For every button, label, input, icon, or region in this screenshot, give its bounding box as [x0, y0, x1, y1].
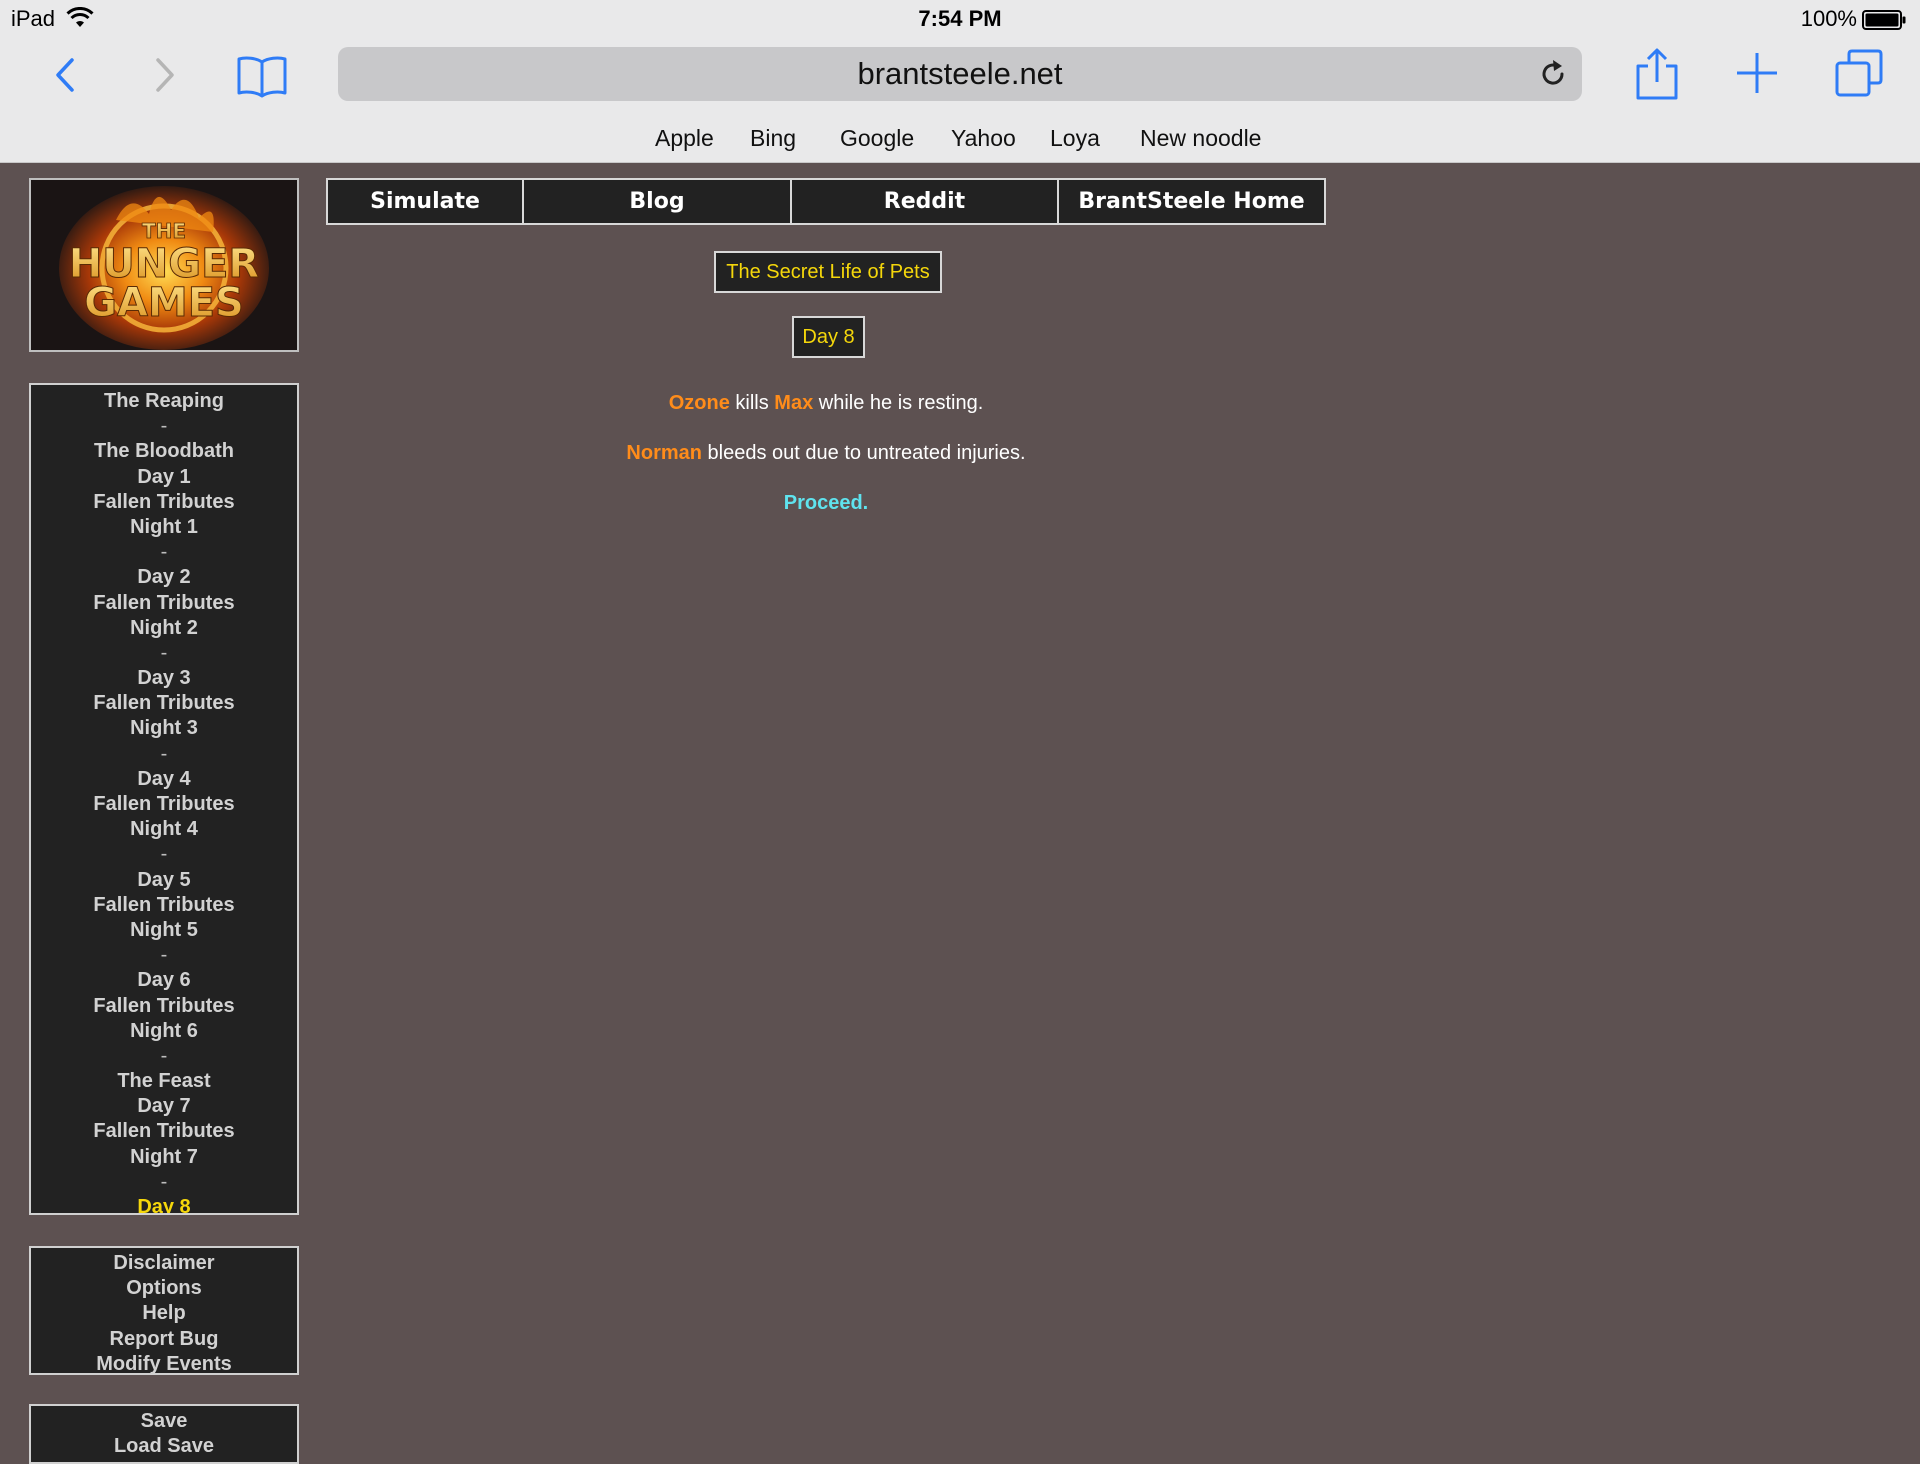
- browser-toolbar: brantsteele.net Apple Bing Google Yahoo …: [0, 38, 1920, 163]
- sidebar-item-night-5[interactable]: Night 5: [31, 918, 297, 943]
- url-text[interactable]: brantsteele.net: [338, 47, 1582, 101]
- favorites-bar: Apple Bing Google Yahoo Loya New noodle: [0, 118, 1920, 158]
- battery-percent: 100%: [1800, 6, 1857, 31]
- event-text: bleeds out due to untreated injuries.: [702, 442, 1026, 464]
- favorite-loya[interactable]: Loya: [1050, 118, 1100, 158]
- sidebar-item-day-5[interactable]: Day 5: [31, 868, 297, 893]
- sidebar-item-fallen-tributes[interactable]: Fallen Tributes: [31, 691, 297, 716]
- sidebar-item-night-3[interactable]: Night 3: [31, 716, 297, 741]
- back-icon[interactable]: [48, 52, 84, 98]
- sidebar-separator: -: [160, 1170, 168, 1193]
- sidebar-separator: -: [160, 944, 168, 967]
- sidebar-item-fallen-tributes[interactable]: Fallen Tributes: [31, 792, 297, 817]
- sidebar-separator: -: [160, 1044, 168, 1067]
- sidebar-item-modify-events[interactable]: Modify Events: [31, 1352, 297, 1373]
- sidebar-separator: -: [160, 415, 168, 438]
- share-icon[interactable]: [1634, 46, 1680, 102]
- top-navigation: Simulate Blog Reddit BrantSteele Home: [326, 178, 1326, 225]
- favorite-yahoo[interactable]: Yahoo: [951, 118, 1016, 158]
- svg-text:GAMES: GAMES: [84, 280, 244, 326]
- sidebar-navigation: The Reaping - The Bloodbath Day 1 Fallen Tri…: [29, 383, 299, 1215]
- sidebar-item-day-3[interactable]: Day 3: [31, 666, 297, 691]
- day-heading: Day 8: [792, 316, 865, 358]
- sidebar-separator: -: [160, 641, 168, 664]
- favorite-google[interactable]: Google: [840, 118, 914, 158]
- nav-brantsteele-home[interactable]: BrantSteele Home: [1059, 180, 1324, 223]
- sidebar-item-day-4[interactable]: Day 4: [31, 767, 297, 792]
- sidebar-item-report-bug[interactable]: Report Bug: [31, 1327, 297, 1352]
- sidebar-item-day-1[interactable]: Day 1: [31, 465, 297, 490]
- sidebar-item-fallen-tributes[interactable]: Fallen Tributes: [31, 994, 297, 1019]
- sidebar-item-night-2[interactable]: Night 2: [31, 616, 297, 641]
- proceed-link[interactable]: Proceed.: [326, 492, 1326, 515]
- sidebar-separator: -: [160, 541, 168, 564]
- web-page: THE HUNGER GAMES The Reaping - The Bloodba…: [0, 163, 1920, 1464]
- nav-reddit[interactable]: Reddit: [792, 180, 1059, 223]
- address-bar[interactable]: brantsteele.net: [338, 47, 1582, 101]
- sidebar-item-options[interactable]: Options: [31, 1276, 297, 1301]
- tabs-overview-icon[interactable]: [1834, 48, 1884, 98]
- svg-text:THE: THE: [142, 219, 186, 243]
- event-line: Norman bleeds out due to untreated injur…: [326, 442, 1326, 465]
- event-line: Ozone kills Max while he is resting.: [326, 392, 1326, 415]
- sidebar-save: Save Load Save: [29, 1404, 299, 1464]
- nav-blog[interactable]: Blog: [524, 180, 792, 223]
- sidebar-item-the-bloodbath[interactable]: The Bloodbath: [31, 439, 297, 464]
- nav-simulate[interactable]: Simulate: [328, 180, 524, 223]
- sidebar-links: Disclaimer Options Help Report Bug Modify Ev…: [29, 1246, 299, 1375]
- sidebar-item-save[interactable]: Save: [31, 1409, 297, 1434]
- event-text: while he is resting.: [813, 392, 984, 414]
- forward-icon[interactable]: [146, 52, 182, 98]
- sidebar-item-fallen-tributes[interactable]: Fallen Tributes: [31, 893, 297, 918]
- sidebar-item-load-save[interactable]: Load Save: [31, 1434, 297, 1459]
- tribute-name: Ozone: [668, 392, 730, 414]
- sidebar-item-night-7[interactable]: Night 7: [31, 1145, 297, 1170]
- tribute-name: Max: [774, 392, 814, 414]
- mockingjay-flame-logo: THE HUNGER GAMES: [31, 180, 297, 350]
- favorite-bing[interactable]: Bing: [750, 118, 796, 158]
- sidebar-item-disclaimer[interactable]: Disclaimer: [31, 1251, 297, 1276]
- sidebar-item-night-4[interactable]: Night 4: [31, 817, 297, 842]
- sidebar-item-fallen-tributes[interactable]: Fallen Tributes: [31, 490, 297, 515]
- status-bar: iPad 7:54 PM 100%: [0, 0, 1920, 38]
- sidebar-item-day-2[interactable]: Day 2: [31, 565, 297, 590]
- sidebar-item-day-8[interactable]: Day 8: [31, 1195, 297, 1213]
- sidebar-item-night-6[interactable]: Night 6: [31, 1019, 297, 1044]
- sidebar-item-fallen-tributes[interactable]: Fallen Tributes: [31, 591, 297, 616]
- event-text: kills: [729, 392, 775, 414]
- new-tab-icon[interactable]: [1734, 50, 1780, 96]
- bookmarks-icon[interactable]: [236, 52, 288, 100]
- tribute-name: Norman: [626, 442, 702, 464]
- sidebar-item-day-6[interactable]: Day 6: [31, 968, 297, 993]
- sidebar-item-day-7[interactable]: Day 7: [31, 1094, 297, 1119]
- battery-icon: [1862, 10, 1906, 30]
- sidebar-separator: -: [160, 742, 168, 765]
- sidebar-item-fallen-tributes[interactable]: Fallen Tributes: [31, 1119, 297, 1144]
- reload-icon[interactable]: [1538, 59, 1568, 89]
- favorite-new-noodle[interactable]: New noodle: [1140, 118, 1261, 158]
- favorite-apple[interactable]: Apple: [655, 118, 714, 158]
- sidebar-item-the-reaping[interactable]: The Reaping: [31, 389, 297, 414]
- season-title: The Secret Life of Pets: [714, 251, 942, 293]
- clock: 7:54 PM: [918, 6, 1002, 31]
- sidebar-item-night-1[interactable]: Night 1: [31, 515, 297, 540]
- sidebar-item-the-feast[interactable]: The Feast: [31, 1069, 297, 1094]
- hunger-games-logo[interactable]: THE HUNGER GAMES: [29, 178, 299, 352]
- sidebar-item-help[interactable]: Help: [31, 1301, 297, 1326]
- sidebar-separator: -: [160, 843, 168, 866]
